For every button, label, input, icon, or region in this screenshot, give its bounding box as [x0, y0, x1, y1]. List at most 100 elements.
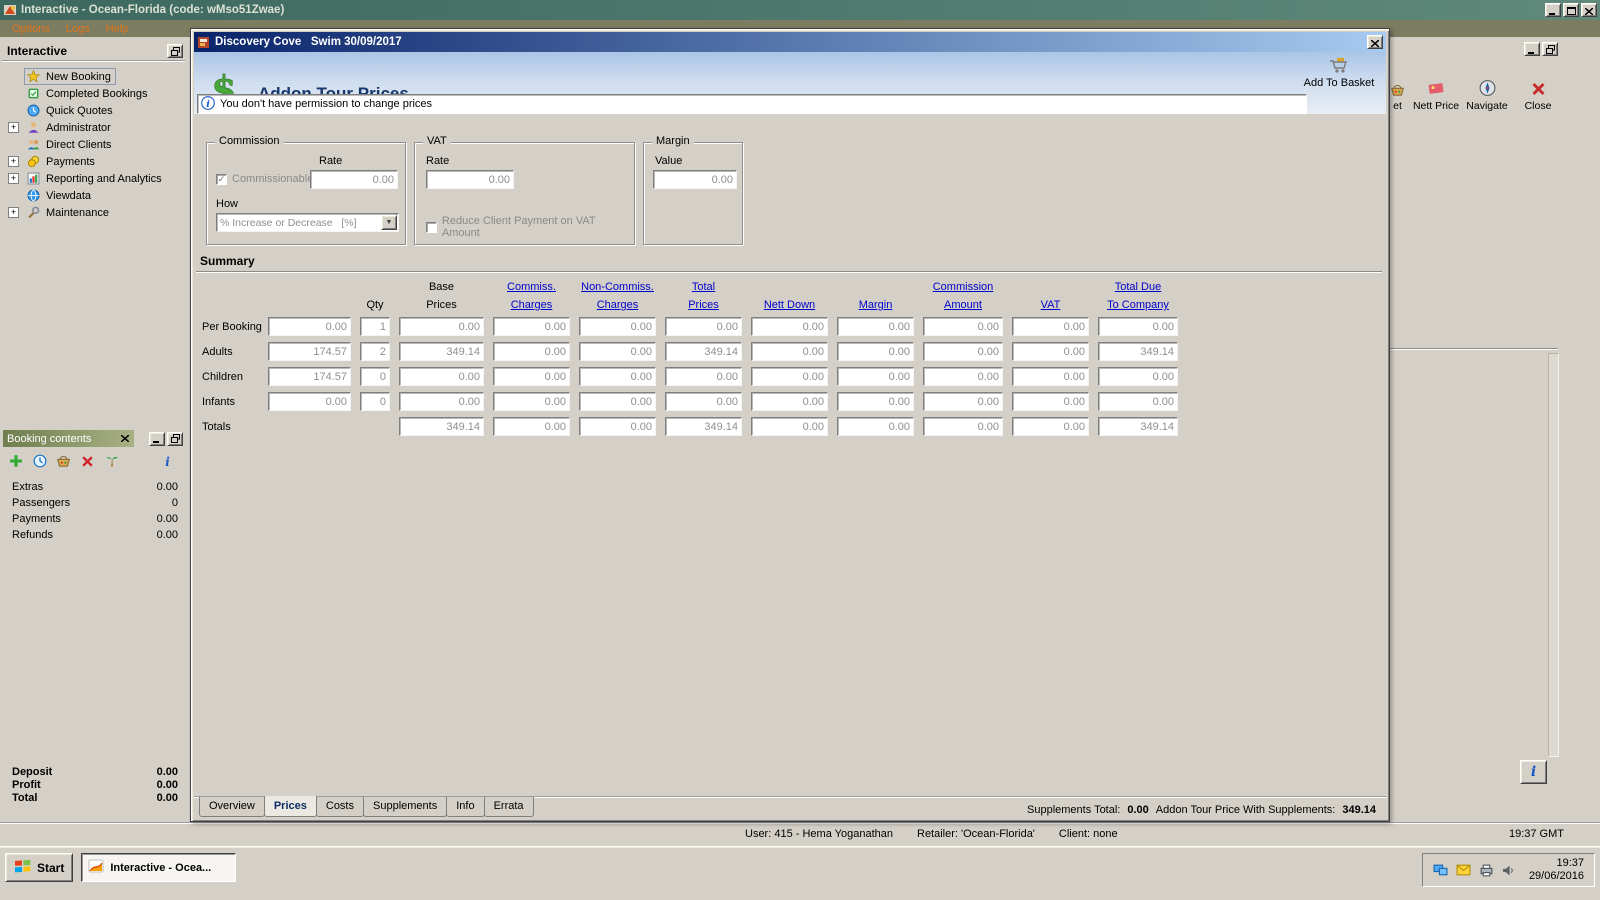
field-children-col5[interactable]: 0.00 — [665, 367, 742, 386]
field-infants-col8[interactable]: 0.00 — [923, 392, 1003, 411]
sidebar-item-reporting-and-analytics[interactable]: +Reporting and Analytics — [0, 170, 187, 187]
field-adults-col2[interactable]: 349.14 — [399, 342, 484, 361]
field-children-col7[interactable]: 0.00 — [837, 367, 914, 386]
field-per-booking-col2[interactable]: 0.00 — [399, 317, 484, 336]
commissionable-checkbox[interactable]: ✓ Commissionable — [216, 173, 313, 185]
dialog-titlebar[interactable]: Discovery Cove Swim 30/09/2017 — [194, 32, 1386, 52]
sidebar-item-viewdata[interactable]: Viewdata — [0, 187, 187, 204]
field-children-col4[interactable]: 0.00 — [579, 367, 656, 386]
volume-icon[interactable] — [1502, 864, 1515, 877]
expand-plus-icon[interactable]: + — [8, 207, 19, 218]
field-per-booking-col5[interactable]: 0.00 — [665, 317, 742, 336]
column-header-nett-down[interactable]: Nett Down — [751, 299, 828, 311]
basket-icon[interactable] — [56, 454, 71, 468]
field-children-col3[interactable]: 0.00 — [493, 367, 570, 386]
history-icon[interactable] — [32, 454, 47, 468]
field-adults-col7[interactable]: 0.00 — [837, 342, 914, 361]
field-adults-col4[interactable]: 0.00 — [579, 342, 656, 361]
field-children-col2[interactable]: 0.00 — [399, 367, 484, 386]
field-adults-col8[interactable]: 0.00 — [923, 342, 1003, 361]
field-totals-col3[interactable]: 0.00 — [493, 417, 570, 436]
field-adults-col0[interactable]: 174.57 — [268, 342, 351, 361]
expand-plus-icon[interactable]: + — [8, 173, 19, 184]
column-header-charges[interactable]: Charges — [579, 299, 656, 311]
field-children-col0[interactable]: 174.57 — [268, 367, 351, 386]
field-adults-col3[interactable]: 0.00 — [493, 342, 570, 361]
info-icon[interactable]: i — [160, 454, 175, 468]
tab-errata[interactable]: Errata — [484, 797, 534, 817]
field-infants-col10[interactable]: 0.00 — [1098, 392, 1178, 411]
window-maximize-button[interactable] — [1563, 3, 1579, 17]
tab-costs[interactable]: Costs — [316, 797, 364, 817]
sidebar-item-new-booking[interactable]: New Booking — [0, 68, 187, 85]
field-totals-col6[interactable]: 0.00 — [751, 417, 828, 436]
booking-row-payments[interactable]: Payments0.00 — [0, 511, 187, 527]
start-button[interactable]: Start — [5, 853, 73, 882]
commission-how-select[interactable]: % Increase or Decrease [%] ▼ — [216, 213, 399, 232]
field-children-col6[interactable]: 0.00 — [751, 367, 828, 386]
field-children-col9[interactable]: 0.00 — [1012, 367, 1089, 386]
dialog-close-button[interactable] — [1367, 35, 1383, 49]
mdi-minimize-button[interactable] — [1524, 42, 1540, 56]
tab-prices[interactable]: Prices — [264, 796, 317, 817]
booking-contents-close-icon[interactable] — [119, 433, 131, 445]
add-to-basket-button[interactable]: Add To Basket — [1296, 57, 1382, 89]
window-minimize-button[interactable] — [1545, 3, 1561, 17]
field-totals-col7[interactable]: 0.00 — [837, 417, 914, 436]
sidebar-toggle-button[interactable] — [167, 44, 183, 58]
taskbar-task-button[interactable]: Interactive - Ocea... — [81, 853, 236, 882]
sidebar-item-direct-clients[interactable]: Direct Clients — [0, 136, 187, 153]
window-close-button[interactable] — [1581, 3, 1597, 17]
column-header-total-due[interactable]: Total Due — [1098, 281, 1178, 293]
column-header-commission[interactable]: Commission — [923, 281, 1003, 293]
field-totals-col9[interactable]: 0.00 — [1012, 417, 1089, 436]
column-header-vat[interactable]: VAT — [1012, 299, 1089, 311]
tab-info[interactable]: Info — [446, 797, 484, 817]
column-header-total[interactable]: Total — [665, 281, 742, 293]
tour-icon[interactable] — [104, 454, 119, 468]
field-infants-col3[interactable]: 0.00 — [493, 392, 570, 411]
menu-help[interactable]: Help — [98, 22, 137, 36]
sidebar-item-payments[interactable]: +Payments — [0, 153, 187, 170]
field-totals-col2[interactable]: 349.14 — [399, 417, 484, 436]
field-infants-col7[interactable]: 0.00 — [837, 392, 914, 411]
booking-row-deposit[interactable]: Deposit0.00 — [0, 765, 187, 778]
field-infants-col2[interactable]: 0.00 — [399, 392, 484, 411]
field-per-booking-col3[interactable]: 0.00 — [493, 317, 570, 336]
add-icon[interactable] — [8, 454, 23, 468]
network-icon[interactable] — [1433, 864, 1448, 877]
sidebar-item-completed-bookings[interactable]: Completed Bookings — [0, 85, 187, 102]
tab-supplements[interactable]: Supplements — [363, 797, 447, 817]
field-per-booking-col4[interactable]: 0.00 — [579, 317, 656, 336]
field-infants-col0[interactable]: 0.00 — [268, 392, 351, 411]
field-totals-col5[interactable]: 349.14 — [665, 417, 742, 436]
column-header-non-commiss[interactable]: Non-Commiss. — [579, 281, 656, 293]
field-children-col8[interactable]: 0.00 — [923, 367, 1003, 386]
field-infants-col9[interactable]: 0.00 — [1012, 392, 1089, 411]
field-totals-col10[interactable]: 349.14 — [1098, 417, 1178, 436]
column-header-margin[interactable]: Margin — [837, 299, 914, 311]
expand-plus-icon[interactable]: + — [8, 156, 19, 167]
booking-contents-titlebar[interactable]: Booking contents — [3, 430, 134, 447]
column-header-amount[interactable]: Amount — [923, 299, 1003, 311]
toolbar-button-nett-price[interactable]: Nett Price — [1412, 76, 1460, 120]
field-infants-col6[interactable]: 0.00 — [751, 392, 828, 411]
field-infants-col1[interactable]: 0 — [360, 392, 390, 411]
toolbar-button-navigate[interactable]: Navigate — [1463, 76, 1511, 120]
expand-plus-icon[interactable]: + — [8, 122, 19, 133]
menu-logs[interactable]: Logs — [58, 22, 98, 36]
booking-row-passengers[interactable]: Passengers0 — [0, 495, 187, 511]
field-per-booking-col9[interactable]: 0.00 — [1012, 317, 1089, 336]
scrollbar[interactable] — [1548, 353, 1559, 757]
booking-contents-restore-button[interactable] — [167, 432, 183, 446]
field-per-booking-col8[interactable]: 0.00 — [923, 317, 1003, 336]
booking-row-total[interactable]: Total0.00 — [0, 791, 187, 804]
chevron-down-icon[interactable]: ▼ — [381, 215, 397, 230]
margin-value-input[interactable]: 0.00 — [653, 170, 737, 189]
mdi-restore-button[interactable] — [1542, 42, 1558, 56]
toolbar-button-close[interactable]: Close — [1514, 76, 1562, 120]
field-infants-col5[interactable]: 0.00 — [665, 392, 742, 411]
field-per-booking-col7[interactable]: 0.00 — [837, 317, 914, 336]
info-button[interactable]: i — [1520, 760, 1547, 784]
menu-options[interactable]: Options — [4, 22, 58, 36]
